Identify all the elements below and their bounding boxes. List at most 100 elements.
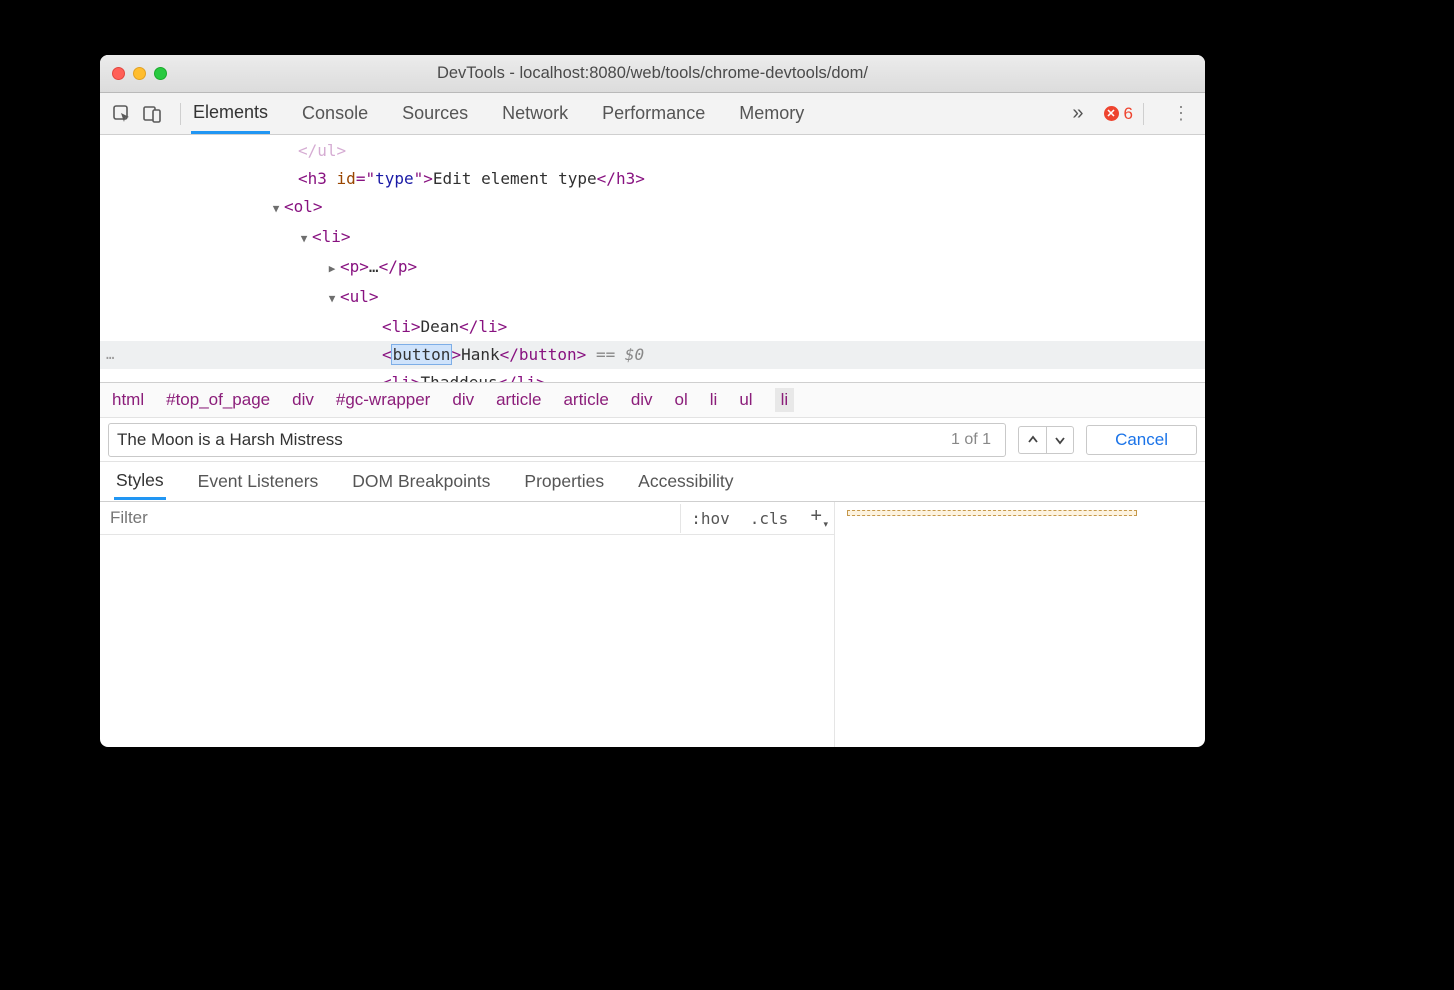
code-token: </ <box>379 257 398 276</box>
dom-node-row[interactable]: …<button>Hank</button> == $0 <box>100 341 1205 369</box>
code-token: type <box>375 169 414 188</box>
code-token: Dean <box>421 317 460 336</box>
error-badge[interactable]: ✕ 6 <box>1104 104 1133 124</box>
code-token: < <box>382 373 392 382</box>
code-token: </ <box>459 317 478 336</box>
code-token: li <box>392 317 411 336</box>
subtab-event-listeners[interactable]: Event Listeners <box>196 465 321 498</box>
code-token: </ <box>298 141 317 160</box>
breadcrumb-item[interactable]: div <box>631 390 653 410</box>
minimize-window-button[interactable] <box>133 67 146 80</box>
subtab-accessibility[interactable]: Accessibility <box>636 465 735 498</box>
toggle-classes-button[interactable]: .cls <box>740 504 799 533</box>
code-token: < <box>340 287 350 306</box>
breadcrumb-item[interactable]: #gc-wrapper <box>336 390 431 410</box>
row-actions-icon[interactable]: … <box>106 341 115 369</box>
styles-left-pane: :hov .cls +▾ <box>100 502 835 747</box>
code-token: > <box>423 169 433 188</box>
search-result-count: 1 of 1 <box>951 431 991 449</box>
code-token: li <box>322 227 341 246</box>
breadcrumb-item[interactable]: #top_of_page <box>166 390 270 410</box>
subtab-styles[interactable]: Styles <box>114 464 166 500</box>
code-token: > <box>498 317 508 336</box>
inspect-element-icon[interactable] <box>110 102 134 126</box>
breadcrumb-item[interactable]: article <box>496 390 541 410</box>
new-style-rule-button[interactable]: +▾ <box>798 505 834 532</box>
breadcrumb-item[interactable]: ol <box>675 390 688 410</box>
close-window-button[interactable] <box>112 67 125 80</box>
window-titlebar: DevTools - localhost:8080/web/tools/chro… <box>100 55 1205 93</box>
code-token: li <box>392 373 411 382</box>
styles-buttons: :hov .cls +▾ <box>680 504 834 533</box>
code-token: > <box>337 141 347 160</box>
window-title: DevTools - localhost:8080/web/tools/chro… <box>437 64 868 83</box>
dom-node-row[interactable]: </ul> <box>100 137 1205 165</box>
panel-tabs: Elements Console Sources Network Perform… <box>191 94 1064 134</box>
code-token: < <box>340 257 350 276</box>
breadcrumb-item[interactable]: li <box>775 388 795 412</box>
search-input[interactable] <box>117 430 945 450</box>
toggle-hover-button[interactable]: :hov <box>681 504 740 533</box>
subtab-properties[interactable]: Properties <box>522 465 606 498</box>
styles-filter-input[interactable] <box>100 502 680 534</box>
plus-icon: + <box>810 505 822 527</box>
error-count: 6 <box>1124 104 1133 124</box>
dom-node-row[interactable]: ▼<li> <box>100 223 1205 253</box>
code-token: " <box>414 169 424 188</box>
breadcrumb-item[interactable]: html <box>112 390 144 410</box>
dom-breadcrumbs: html #top_of_page div #gc-wrapper div article… <box>100 382 1205 418</box>
code-token: > <box>635 169 645 188</box>
code-token: > <box>411 317 421 336</box>
zoom-window-button[interactable] <box>154 67 167 80</box>
search-cancel-button[interactable]: Cancel <box>1086 425 1197 455</box>
search-bar: 1 of 1 Cancel <box>100 418 1205 462</box>
device-toggle-icon[interactable] <box>140 102 164 126</box>
search-prev-button[interactable] <box>1018 426 1046 454</box>
code-token: ul <box>317 141 336 160</box>
tab-elements[interactable]: Elements <box>191 94 270 134</box>
code-token: p <box>350 257 360 276</box>
tag-edit-input[interactable]: button <box>392 345 452 364</box>
dom-node-row[interactable]: ▶<p>…</p> <box>100 253 1205 283</box>
search-next-button[interactable] <box>1046 426 1074 454</box>
traffic-lights <box>112 67 167 80</box>
dom-node-row[interactable]: <li>Dean</li> <box>100 313 1205 341</box>
code-token: </ <box>498 373 517 382</box>
breadcrumb-item[interactable]: div <box>452 390 474 410</box>
code-token: ul <box>350 287 369 306</box>
code-token: < <box>382 345 392 364</box>
chevron-down-icon: ▾ <box>823 519 828 530</box>
code-token: Thaddeus <box>421 373 498 382</box>
breadcrumb-item[interactable]: article <box>563 390 608 410</box>
tab-network[interactable]: Network <box>500 95 570 132</box>
code-token: Edit element type <box>433 169 597 188</box>
dom-node-row[interactable]: ▼<ul> <box>100 283 1205 313</box>
breadcrumb-item[interactable]: div <box>292 390 314 410</box>
breadcrumb-item[interactable]: li <box>710 390 718 410</box>
tab-memory[interactable]: Memory <box>737 95 806 132</box>
dom-node-row[interactable]: <h3 id="type">Edit element type</h3> <box>100 165 1205 193</box>
caret-down-icon[interactable]: ▼ <box>326 285 338 313</box>
code-token: li <box>517 373 536 382</box>
code-token: < <box>312 227 322 246</box>
caret-down-icon[interactable]: ▼ <box>298 225 310 253</box>
subtab-dom-breakpoints[interactable]: DOM Breakpoints <box>350 465 492 498</box>
toolbar-separator <box>1143 103 1144 125</box>
more-tabs-button[interactable]: » <box>1064 102 1091 125</box>
tab-sources[interactable]: Sources <box>400 95 470 132</box>
code-token: > <box>369 287 379 306</box>
dom-node-row[interactable]: ▼<ol> <box>100 193 1205 223</box>
tab-performance[interactable]: Performance <box>600 95 707 132</box>
caret-right-icon[interactable]: ▶ <box>326 255 338 283</box>
caret-down-icon[interactable]: ▼ <box>270 195 282 223</box>
code-token: > <box>313 197 323 216</box>
settings-menu-icon[interactable]: ⋮ <box>1168 103 1195 124</box>
dom-tree[interactable]: </ul><h3 id="type">Edit element type</h3… <box>100 135 1205 382</box>
tab-console[interactable]: Console <box>300 95 370 132</box>
code-token: h3 <box>616 169 635 188</box>
breadcrumb-item[interactable]: ul <box>739 390 752 410</box>
dom-node-row[interactable]: <li>Thaddeus</li> <box>100 369 1205 382</box>
code-token: h3 <box>308 169 327 188</box>
sidebar-tabs: Styles Event Listeners DOM Breakpoints P… <box>100 462 1205 502</box>
devtools-toolbar: Elements Console Sources Network Perform… <box>100 93 1205 135</box>
